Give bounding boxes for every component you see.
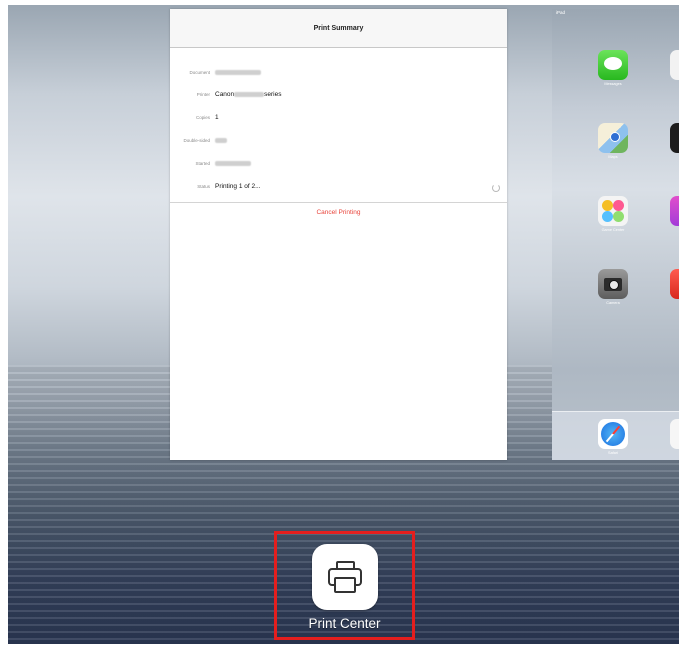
print-summary-title: Print Summary — [170, 9, 507, 48]
app-messages[interactable]: Messages — [596, 50, 630, 86]
blurred-text — [234, 91, 265, 97]
app-maps[interactable]: Maps — [596, 123, 630, 159]
value-started — [215, 158, 251, 170]
highlight-box — [274, 531, 415, 640]
print-summary-card[interactable]: Print Summary Document Printer Canon seri… — [170, 9, 507, 460]
maps-icon — [598, 123, 628, 153]
print-summary-details: Document Printer Canon series Copies 1 Do… — [170, 57, 507, 203]
partial-app-icon — [670, 419, 679, 449]
row-document: Document — [170, 67, 507, 79]
cancel-printing-button[interactable]: Cancel Printing — [170, 209, 507, 216]
game-center-icon — [598, 196, 628, 226]
printer-name-prefix: Canon — [215, 91, 235, 98]
value-printer: Canon series — [215, 89, 282, 101]
value-copies: 1 — [215, 114, 219, 121]
partial-app-icon — [670, 123, 679, 153]
partial-app-icon — [670, 196, 679, 226]
messages-icon — [598, 50, 628, 80]
status-bar: iPad — [556, 10, 566, 15]
value-document — [215, 67, 261, 79]
app-game-center[interactable]: Game Center — [596, 196, 630, 232]
label-copies: Copies — [195, 115, 210, 120]
progress-spinner-icon — [492, 184, 500, 192]
app-name: Camera — [606, 301, 620, 305]
home-screen-card[interactable]: iPad Messages Maps Game Center Camera Sa… — [552, 9, 679, 460]
label-double-sided: Double-sided — [183, 138, 210, 143]
app-safari[interactable]: Safari — [596, 419, 630, 455]
app-name: Game Center — [601, 228, 625, 232]
camera-icon — [598, 269, 628, 299]
blurred-text — [215, 160, 251, 166]
label-printer: Printer — [196, 92, 210, 97]
row-printer: Printer Canon series — [170, 89, 507, 101]
app-name: Safari — [608, 451, 618, 455]
blurred-text — [215, 137, 227, 143]
app-name: Maps — [608, 155, 618, 159]
dock: Safari — [552, 411, 679, 460]
blurred-text — [215, 69, 261, 75]
row-started: Started — [170, 158, 507, 170]
value-double-sided — [215, 135, 227, 147]
label-started: Started — [195, 161, 210, 166]
app-name: Messages — [604, 82, 622, 86]
safari-icon — [598, 419, 628, 449]
row-status: Status Printing 1 of 2... — [170, 181, 507, 193]
label-status: Status — [197, 184, 210, 189]
partial-app-icon — [670, 50, 679, 80]
label-document: Document — [189, 70, 210, 75]
row-double-sided: Double-sided — [170, 135, 507, 147]
row-copies: Copies 1 — [170, 112, 507, 124]
partial-app-icon — [670, 269, 679, 299]
app-camera[interactable]: Camera — [596, 269, 630, 305]
value-status: Printing 1 of 2... — [215, 183, 261, 190]
printer-name-suffix: series — [264, 91, 282, 98]
